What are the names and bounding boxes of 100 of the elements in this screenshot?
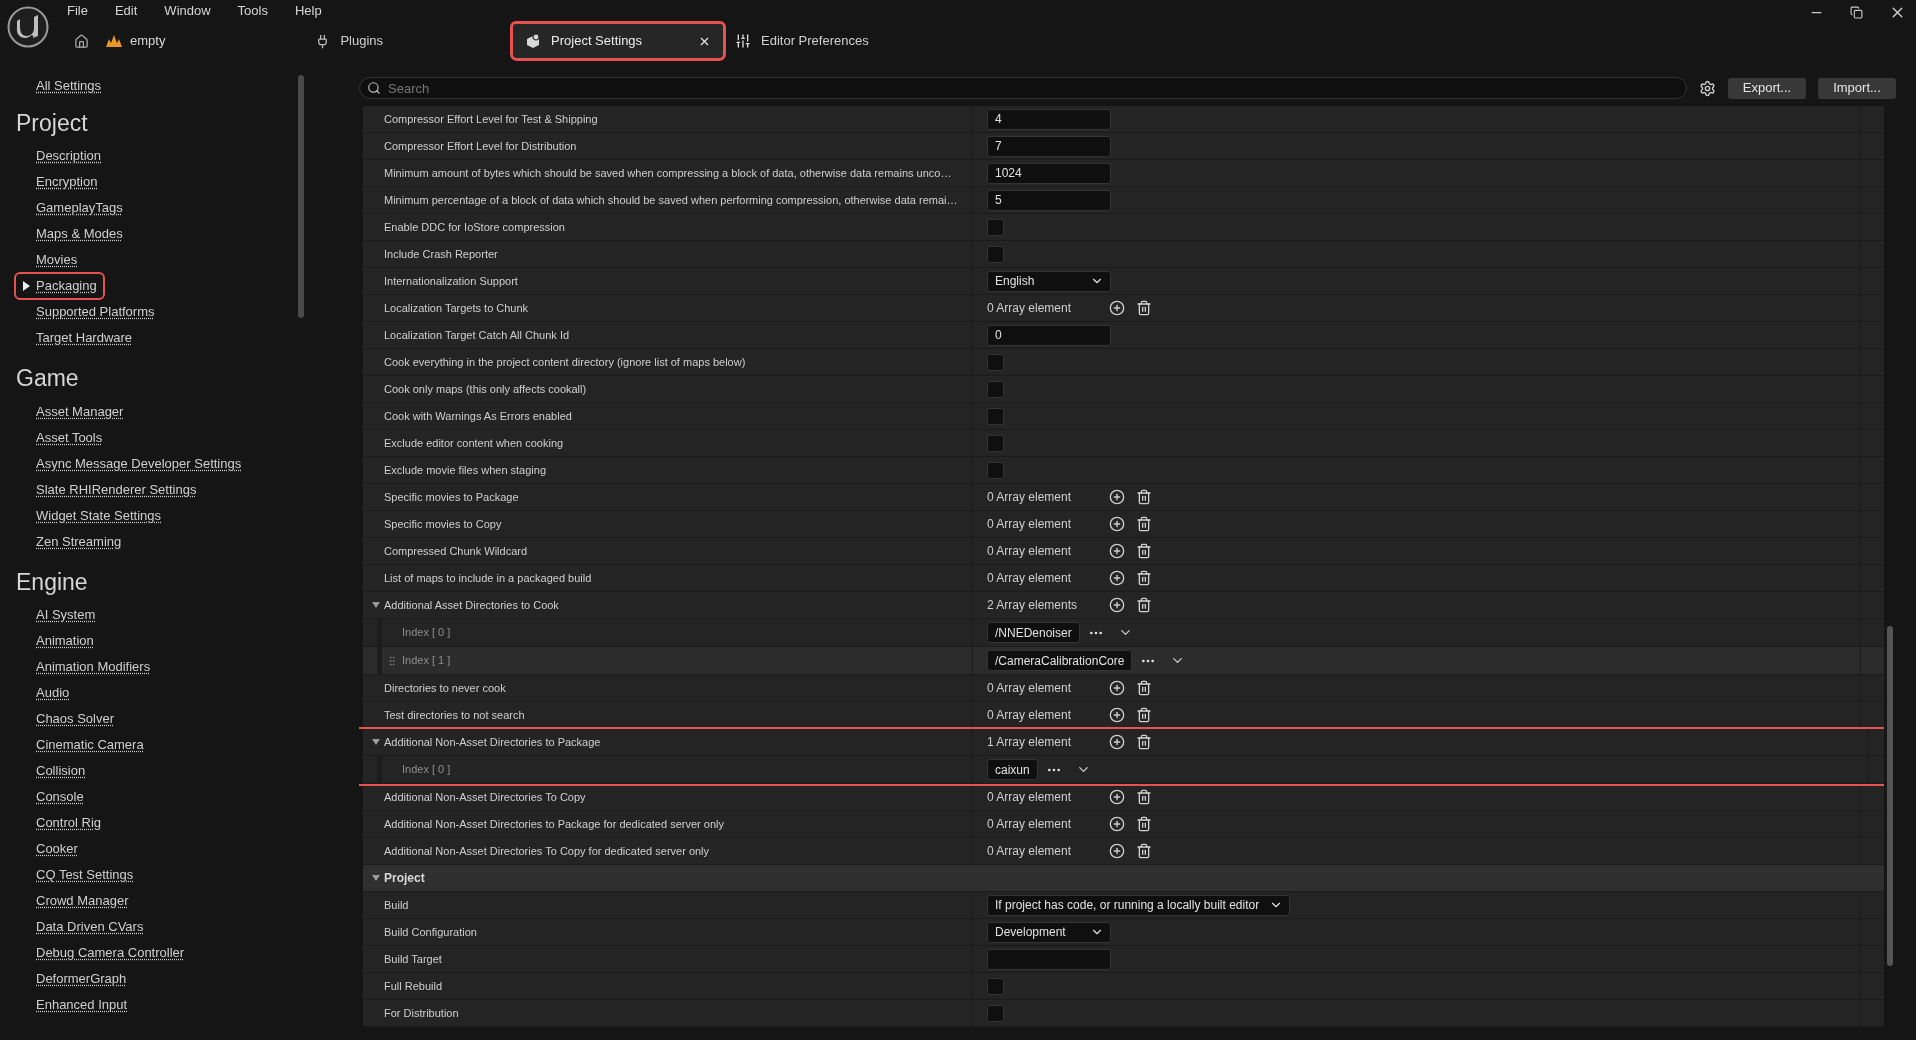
delete-button[interactable] xyxy=(1135,679,1153,697)
sidebar-link[interactable]: Animation xyxy=(16,629,100,653)
number-field[interactable] xyxy=(987,948,1111,970)
restore-icon[interactable] xyxy=(1850,5,1863,19)
number-field[interactable]: 7 xyxy=(987,135,1111,157)
add-element-button[interactable] xyxy=(1108,842,1126,860)
scrollbar[interactable] xyxy=(298,75,304,318)
sidebar-link[interactable]: Asset Manager xyxy=(16,399,130,424)
dropdown[interactable]: If project has code, or running a locally built editor xyxy=(987,894,1291,916)
delete-button[interactable] xyxy=(1135,299,1153,317)
sidebar-link[interactable]: Control Rig xyxy=(16,811,108,835)
add-element-button[interactable] xyxy=(1108,569,1126,587)
delete-button[interactable] xyxy=(1135,733,1153,751)
sidebar-link[interactable]: CQ Test Settings xyxy=(16,863,140,887)
delete-button[interactable] xyxy=(1135,706,1153,724)
delete-button[interactable] xyxy=(1135,596,1153,614)
path-field[interactable]: /NNEDenoiser xyxy=(987,622,1080,643)
checkbox[interactable] xyxy=(987,434,1004,452)
add-element-button[interactable] xyxy=(1108,488,1126,506)
add-element-button[interactable] xyxy=(1108,299,1126,317)
sidebar-link[interactable]: Enhanced Input xyxy=(16,993,134,1017)
sidebar-link[interactable]: Animation Modifiers xyxy=(16,655,157,679)
delete-button[interactable] xyxy=(1135,788,1153,806)
sidebar-link[interactable]: Packaging xyxy=(16,274,103,298)
sidebar-link[interactable]: All Settings xyxy=(36,76,335,96)
menu-item[interactable]: File xyxy=(67,1,88,21)
menu-item[interactable]: Edit xyxy=(114,1,138,21)
delete-button[interactable] xyxy=(1135,842,1153,860)
sidebar-link[interactable]: Movies xyxy=(16,248,84,272)
add-element-button[interactable] xyxy=(1108,596,1126,614)
home-icon[interactable] xyxy=(74,33,89,49)
number-field[interactable]: 0 xyxy=(987,324,1111,346)
sidebar-link[interactable]: Console xyxy=(16,785,90,809)
delete-button[interactable] xyxy=(1135,488,1153,506)
settings-row[interactable]: Index [ 0 ] caixun xyxy=(363,756,1884,784)
expand-arrow-icon[interactable] xyxy=(370,600,381,610)
path-field[interactable]: caixun xyxy=(987,759,1038,780)
delete-button[interactable] xyxy=(1135,815,1153,833)
sidebar-link[interactable]: Maps & Modes xyxy=(16,222,129,246)
checkbox[interactable] xyxy=(987,218,1004,236)
add-element-button[interactable] xyxy=(1108,515,1126,533)
sidebar-link[interactable]: Debug Camera Controller xyxy=(16,941,191,965)
checkbox[interactable] xyxy=(987,407,1004,425)
settings-row[interactable]: Index [ 1 ] /CameraCalibrationCore xyxy=(363,647,1884,675)
sidebar-link[interactable]: Supported Platforms xyxy=(16,300,161,324)
scrollbar[interactable] xyxy=(1887,626,1893,966)
delete-button[interactable] xyxy=(1135,542,1153,560)
sidebar-link[interactable]: Async Message Developer Settings xyxy=(16,451,248,476)
menu-item[interactable]: Tools xyxy=(237,1,268,21)
sidebar-link[interactable]: Zen Streaming xyxy=(16,529,128,554)
action-button[interactable]: Import... xyxy=(1818,77,1896,99)
sidebar-link[interactable]: Cinematic Camera xyxy=(16,733,150,757)
sidebar-link[interactable]: Widget State Settings xyxy=(16,503,167,528)
add-element-button[interactable] xyxy=(1108,815,1126,833)
checkbox[interactable] xyxy=(987,1004,1004,1022)
sidebar-link[interactable]: GameplayTags xyxy=(16,196,129,220)
menu-item[interactable]: Help xyxy=(294,1,322,21)
checkbox[interactable] xyxy=(987,353,1004,371)
sidebar-link[interactable]: Encryption xyxy=(16,170,104,194)
add-element-button[interactable] xyxy=(1108,788,1126,806)
add-element-button[interactable] xyxy=(1108,679,1126,697)
collapse-arrow-icon[interactable] xyxy=(370,873,381,883)
dropdown[interactable]: Development xyxy=(987,921,1111,943)
sidebar-link[interactable]: Chaos Solver xyxy=(16,707,121,731)
sidebar-link[interactable]: Description xyxy=(16,144,108,168)
sidebar-link[interactable]: DeformerGraph xyxy=(16,967,133,991)
sidebar-link[interactable]: Data Driven CVars xyxy=(16,915,150,939)
tab[interactable]: Project Settings xyxy=(513,24,724,58)
expand-arrow-icon[interactable] xyxy=(370,737,381,747)
add-element-button[interactable] xyxy=(1108,542,1126,560)
action-button[interactable]: Export... xyxy=(1728,77,1806,99)
path-field[interactable]: /CameraCalibrationCore xyxy=(987,650,1133,671)
sidebar-link[interactable]: AI System xyxy=(16,603,102,627)
search-field[interactable]: Search xyxy=(359,77,1687,99)
add-element-button[interactable] xyxy=(1108,733,1126,751)
number-field[interactable]: 5 xyxy=(987,189,1111,211)
sidebar-link[interactable]: Cooker xyxy=(16,837,84,861)
sidebar-link[interactable]: Collision xyxy=(16,759,92,783)
checkbox[interactable] xyxy=(987,977,1004,995)
checkbox[interactable] xyxy=(987,245,1004,263)
settings-row[interactable]: Index [ 0 ] /NNEDenoiser xyxy=(363,619,1884,647)
drag-handle-icon[interactable] xyxy=(386,654,398,667)
tab[interactable]: Plugins xyxy=(303,24,396,58)
menu-item[interactable]: Window xyxy=(164,1,211,21)
number-field[interactable]: 1024 xyxy=(987,162,1111,184)
delete-button[interactable] xyxy=(1135,515,1153,533)
sidebar-link[interactable]: Slate RHIRenderer Settings xyxy=(16,477,203,502)
sidebar-link[interactable]: Audio xyxy=(16,681,76,705)
checkbox[interactable] xyxy=(987,380,1004,398)
tab[interactable]: Editor Preferences xyxy=(723,24,881,58)
number-field[interactable]: 4 xyxy=(987,108,1111,130)
checkbox[interactable] xyxy=(987,461,1004,479)
sidebar-link[interactable]: Target Hardware xyxy=(16,326,139,350)
app-logo[interactable] xyxy=(7,6,49,48)
dropdown[interactable]: English xyxy=(987,270,1111,292)
category-row[interactable]: Project xyxy=(363,865,1884,892)
settings-icon[interactable] xyxy=(1699,79,1716,97)
delete-button[interactable] xyxy=(1135,569,1153,587)
sidebar-link[interactable]: Crowd Manager xyxy=(16,889,135,913)
add-element-button[interactable] xyxy=(1108,706,1126,724)
